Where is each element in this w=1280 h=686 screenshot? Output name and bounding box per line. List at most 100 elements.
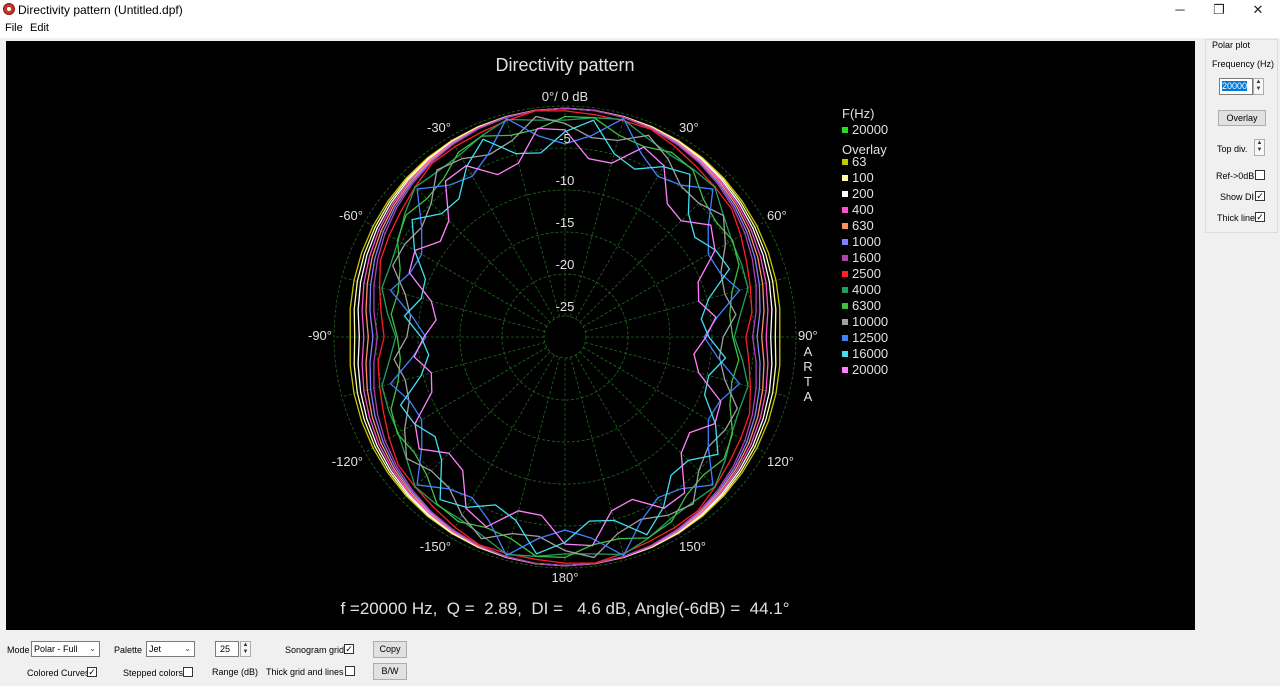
colored-curves-label: Colored Curves	[27, 668, 90, 678]
sonogram-grid-checkbox[interactable]: ✓	[344, 644, 354, 654]
legend-header: F(Hz)	[842, 106, 875, 121]
range-spinner[interactable]: ▲ ▼	[240, 641, 251, 657]
sonogram-grid-label: Sonogram grid	[285, 645, 345, 655]
legend-label: 200	[852, 186, 874, 201]
overlay-button[interactable]: Overlay	[1218, 110, 1266, 126]
legend-swatch	[842, 303, 848, 309]
close-icon[interactable]: ✕	[1238, 0, 1278, 20]
chevron-down-icon: ⌄	[184, 644, 191, 653]
grid-spoke	[364, 347, 548, 453]
polar-plot-group-label: Polar plot	[1212, 40, 1251, 50]
db-label-15: -15	[556, 215, 575, 230]
show-di-checkbox[interactable]: ✓	[1255, 191, 1265, 201]
angle-label-p90: 90°	[798, 328, 818, 343]
legend-label: 1000	[852, 234, 881, 249]
grid-spoke	[570, 113, 626, 317]
angle-label-p150: 150°	[679, 539, 706, 554]
angle-label-m90: -90°	[308, 328, 332, 343]
db-label-25: -25	[556, 299, 575, 314]
stepped-colors-label: Stepped colors	[123, 668, 184, 678]
frequency-input[interactable]: 20000	[1219, 78, 1253, 95]
menu-edit[interactable]: Edit	[30, 22, 49, 34]
frequency-label: Frequency (Hz)	[1212, 59, 1275, 69]
frequency-spinner[interactable]: ▲ ▼	[1253, 78, 1264, 95]
grid-spoke	[401, 351, 551, 501]
title-bar: Directivity pattern (Untitled.dpf) ─ ❐ ✕	[0, 0, 1280, 20]
legend-swatch	[842, 351, 848, 357]
angle-label-m120: -120°	[332, 454, 363, 469]
legend-label: 100	[852, 170, 874, 185]
watermark-a1: A	[804, 344, 813, 359]
copy-button[interactable]: Copy	[373, 641, 407, 658]
angle-label-m30: -30°	[427, 120, 451, 135]
grid-spoke	[401, 173, 551, 323]
legend-swatch	[842, 159, 848, 165]
frequency-value: 20000	[1222, 81, 1248, 91]
grid-spoke	[341, 342, 545, 398]
legend-label: 6300	[852, 298, 881, 313]
top-angle-label: 0°/ 0 dB	[542, 89, 588, 104]
ref-0db-label: Ref->0dB	[1216, 171, 1255, 181]
watermark-t: T	[804, 374, 812, 389]
grid-spoke	[579, 173, 729, 323]
legend-swatch	[842, 367, 848, 373]
polar-plot: Directivity pattern 0°/ 0 dB -5 -10 -15 …	[6, 41, 1195, 630]
thick-grid-checkbox[interactable]	[345, 666, 355, 676]
summary-text: f =20000 Hz, Q = 2.89, DI = 4.6 dB, Angl…	[340, 599, 789, 618]
menu-bar: File Edit	[0, 20, 1280, 38]
stepped-colors-checkbox[interactable]	[183, 667, 193, 677]
thick-grid-label: Thick grid and lines	[266, 667, 344, 677]
legend-swatch	[842, 223, 848, 229]
polar-plot-svg: Directivity pattern 0°/ 0 dB -5 -10 -15 …	[308, 55, 888, 618]
legend-swatch	[842, 287, 848, 293]
db-label-20: -20	[556, 257, 575, 272]
legend-label: 20000	[852, 362, 888, 377]
grid-spoke	[585, 342, 789, 398]
range-input[interactable]: 25	[215, 641, 239, 657]
bw-button[interactable]: B/W	[373, 663, 407, 680]
restore-icon[interactable]: ❐	[1199, 0, 1239, 20]
legend-label: 630	[852, 218, 874, 233]
app-icon	[3, 3, 15, 15]
legend-overlay-list: 6310020040063010001600250040006300100001…	[842, 154, 888, 377]
legend-swatch	[842, 335, 848, 341]
grid-spoke	[585, 276, 789, 332]
mode-label: Mode	[7, 645, 30, 655]
grid-spoke	[582, 221, 766, 327]
legend-swatch	[842, 207, 848, 213]
grid-spoke	[575, 354, 681, 538]
legend-swatch	[842, 239, 848, 245]
palette-value: Jet	[149, 644, 162, 654]
mode-select[interactable]: Polar - Full ⌄	[31, 641, 100, 657]
legend-swatch	[842, 175, 848, 181]
legend-current-label: 20000	[852, 122, 888, 137]
legend-label: 10000	[852, 314, 888, 329]
top-div-spinner[interactable]: ▲ ▼	[1254, 139, 1265, 156]
angle-label-m60: -60°	[339, 208, 363, 223]
ref-0db-checkbox[interactable]	[1255, 170, 1265, 180]
legend-swatch	[842, 271, 848, 277]
angle-label-p30: 30°	[679, 120, 699, 135]
grid-spoke	[504, 357, 560, 561]
legend-label: 16000	[852, 346, 888, 361]
grid-circle	[543, 315, 587, 359]
db-label-10: -10	[556, 173, 575, 188]
legend-label: 1600	[852, 250, 881, 265]
chevron-down-icon: ⌄	[89, 644, 96, 653]
plot-title: Directivity pattern	[495, 55, 634, 75]
top-div-label: Top div.	[1217, 144, 1248, 154]
db-label-5: -5	[559, 131, 571, 146]
colored-curves-checkbox[interactable]: ✓	[87, 667, 97, 677]
menu-file[interactable]: File	[5, 22, 23, 34]
mode-value: Polar - Full	[34, 644, 78, 654]
thick-line-checkbox[interactable]: ✓	[1255, 212, 1265, 222]
palette-label: Palette	[114, 645, 143, 655]
grid-spoke	[341, 276, 545, 332]
range-label: Range (dB)	[212, 667, 259, 677]
legend-swatch	[842, 255, 848, 261]
minimize-icon[interactable]: ─	[1160, 0, 1200, 20]
legend-current-swatch	[842, 127, 848, 133]
legend-label: 400	[852, 202, 874, 217]
palette-select[interactable]: Jet ⌄	[146, 641, 195, 657]
grid-spoke	[579, 351, 729, 501]
